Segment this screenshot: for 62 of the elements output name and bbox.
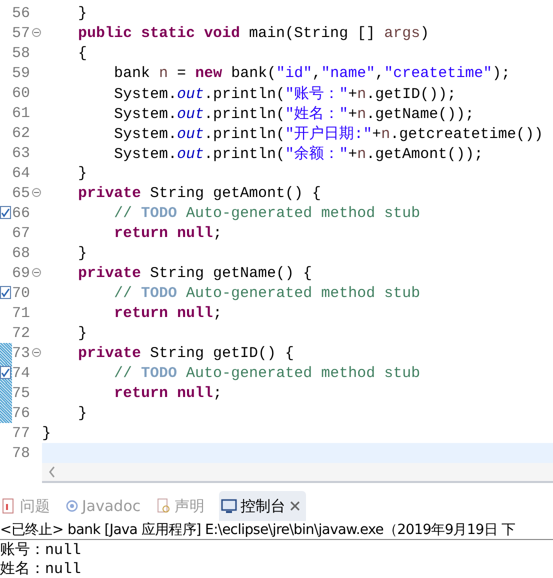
view-tab[interactable]: 问题: [0, 491, 56, 521]
console-output-line: 账号：null: [0, 540, 82, 559]
code-line: }: [77, 4, 88, 22]
line-number: 63: [12, 144, 30, 162]
code-line: }: [77, 404, 88, 422]
code-line: // TODO Auto-generated method stub: [113, 204, 420, 222]
code-line: }: [42, 424, 52, 442]
code-line: // TODO Auto-generated method stub: [113, 284, 420, 302]
code-line: return null;: [113, 224, 222, 242]
line-number: 72: [12, 324, 30, 342]
line-number: 57: [12, 24, 30, 42]
line-number: 59: [12, 64, 30, 82]
console-icon: [220, 498, 237, 514]
line-number: 74: [12, 364, 30, 382]
view-tab[interactable]: 声明: [154, 491, 211, 521]
document-icon: [156, 498, 171, 514]
code-line: // TODO Auto-generated method stub: [113, 364, 420, 382]
code-line: private String getAmont() {: [77, 184, 322, 202]
console-header: <已终止> bank [Java 应用程序] E:\eclipse\jre\bin\javaw.exe（2019年9月19日 下: [0, 521, 553, 540]
collapse-icon[interactable]: [32, 28, 41, 37]
line-number: 71: [12, 304, 30, 322]
line-number: 73: [12, 344, 30, 362]
code-line: }: [77, 164, 88, 182]
line-number: 77: [12, 424, 30, 442]
line-number: 62: [12, 124, 30, 142]
scroll-left-icon[interactable]: [48, 466, 56, 478]
code-line: {: [77, 44, 88, 62]
line-number: 66: [12, 204, 30, 222]
line-number: 67: [12, 224, 30, 242]
code-line: return null;: [113, 304, 222, 322]
line-number: 58: [12, 44, 30, 62]
line-number: 68: [12, 244, 30, 262]
code-line: System.out.println("开户日期:"+n.getcreatetime()): [113, 124, 544, 142]
code-line: private String getName() {: [77, 264, 312, 282]
line-number: 65: [12, 184, 30, 202]
code-line: private String getID() {: [77, 344, 294, 362]
collapse-icon[interactable]: [32, 268, 41, 277]
code-line: System.out.println("账号："+n.getID());: [113, 84, 456, 102]
collapse-icon[interactable]: [32, 188, 41, 197]
code-line: return null;: [113, 384, 222, 402]
code-line: }: [77, 244, 88, 262]
code-line: public static void main(String [] args): [77, 24, 430, 42]
view-tab[interactable]: Javadoc: [64, 491, 147, 521]
line-number: 69: [12, 264, 30, 282]
horizontal-scrollbar[interactable]: [42, 463, 553, 483]
problems-icon: [2, 498, 16, 514]
line-number: 61: [12, 104, 30, 122]
line-number: 78: [12, 444, 30, 462]
view-tab[interactable]: 控制台: [218, 491, 306, 521]
line-number: 76: [12, 404, 30, 422]
line-number: 75: [12, 384, 30, 402]
code-line: bank n = new bank("id","name","createtime");: [113, 64, 510, 82]
close-icon[interactable]: [290, 501, 300, 511]
line-number: 64: [12, 164, 30, 182]
line-number: 70: [12, 284, 30, 302]
code-line: System.out.println("姓名："+n.getName());: [113, 104, 474, 122]
code-line: System.out.println("余额："+n.getAmont());: [113, 144, 484, 162]
code-line: }: [77, 324, 88, 342]
line-number: 56: [12, 4, 30, 22]
line-number: 60: [12, 84, 30, 102]
console-output-line: 姓名：null: [0, 560, 82, 578]
collapse-icon[interactable]: [32, 348, 41, 357]
